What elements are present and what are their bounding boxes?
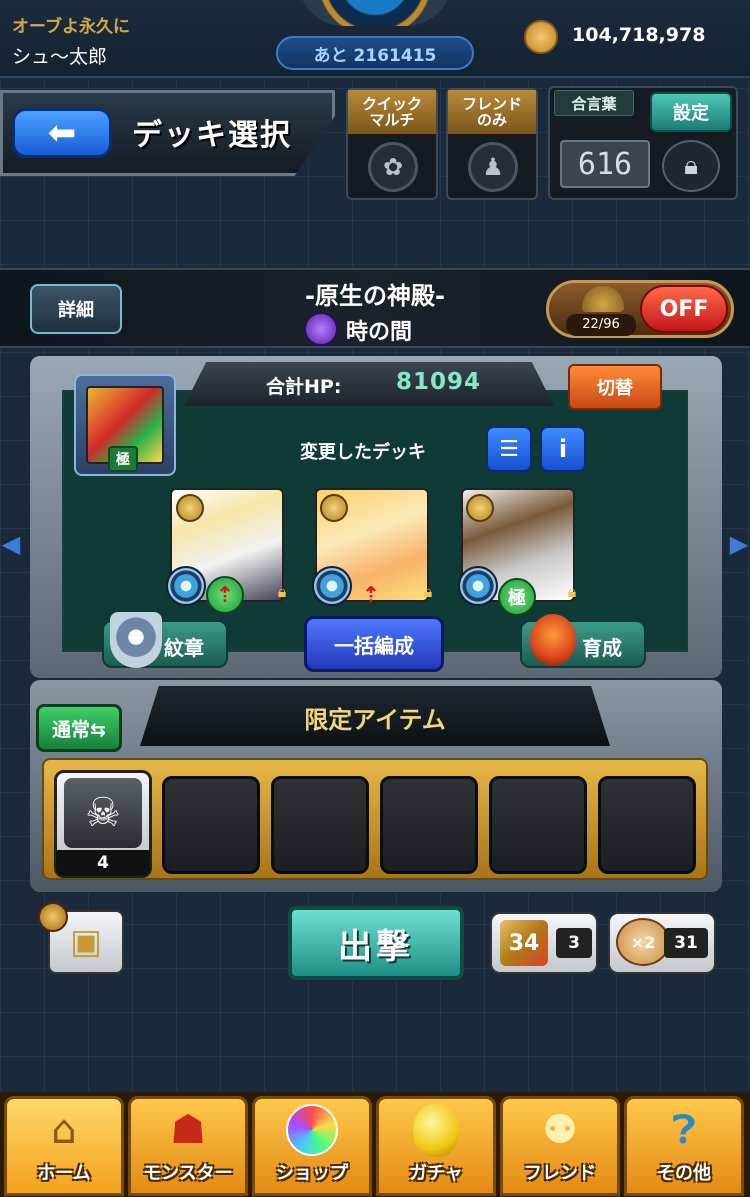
deck-name: 変更したデッキ	[300, 442, 426, 463]
item-slot-4[interactable]	[380, 776, 478, 874]
rank-badge: 極	[498, 578, 536, 616]
medal-icon	[166, 566, 206, 606]
train-label: 育成	[582, 636, 622, 660]
back-arrow-icon: ⬅	[47, 113, 77, 153]
train-dragon-icon	[530, 614, 576, 666]
off-button[interactable]: OFF	[640, 285, 728, 333]
sortie-button[interactable]: 出撃	[288, 906, 464, 980]
quick-multi-icon: ✿	[368, 142, 418, 192]
stage-icon	[304, 312, 338, 346]
list-icon: ☰	[499, 436, 519, 462]
total-hp-value: 81094	[396, 369, 482, 395]
friend-only-label: フレンドのみ	[448, 90, 536, 134]
stamina-count: 22/96	[566, 314, 636, 336]
prev-deck-arrow-icon[interactable]: ◀	[2, 528, 20, 560]
remaining-exp: あと 2161415	[313, 45, 437, 66]
switch-button[interactable]: 切替	[568, 364, 662, 410]
info-icon: i	[558, 435, 568, 463]
star-badge-icon	[176, 494, 204, 522]
gacha-egg-icon	[405, 1103, 467, 1157]
friend-only-toggle[interactable]: フレンドのみ ♟	[446, 88, 538, 200]
quick-multi-label: クイック マルチ	[348, 90, 436, 134]
item-slot-6[interactable]	[598, 776, 696, 874]
passcode-label: 合言葉	[554, 90, 634, 116]
bulk-formation-button[interactable]: 一括編成	[304, 616, 444, 672]
player-name: シュ〜太郎	[12, 46, 108, 68]
boost-count: 31	[664, 928, 708, 958]
nav-gacha[interactable]: ガチャ	[376, 1096, 496, 1196]
quest-name: -原生の神殿-	[305, 282, 445, 310]
chest-badge-icon	[38, 902, 68, 932]
settings-button[interactable]: 設定	[650, 92, 732, 132]
nav-friend[interactable]: ⚉ フレンド	[500, 1096, 620, 1196]
nav-shop-label: ショップ	[276, 1163, 348, 1184]
helper-rank-badge: 極	[108, 446, 138, 472]
item-slot-2[interactable]	[162, 776, 260, 874]
nav-home[interactable]: ⌂ ホーム	[4, 1096, 124, 1196]
item-title: 限定アイテム	[304, 706, 446, 734]
monster-icon: ☗	[170, 1107, 206, 1153]
treasure-chest-icon: ▣	[69, 922, 103, 962]
passcode-value[interactable]: 616	[560, 140, 650, 188]
stage-name: 時の間	[346, 320, 413, 345]
dice-icon: 34	[500, 920, 548, 966]
other-icon: ❓︎	[671, 1107, 697, 1153]
medal-icon	[312, 566, 352, 606]
coin-value: 104,718,978	[572, 24, 706, 46]
home-icon: ⌂	[51, 1107, 77, 1153]
awakening-badge-icon: ⇡	[361, 582, 381, 608]
nav-other-label: その他	[657, 1163, 711, 1184]
boost-icon: ×2	[616, 918, 670, 966]
friend-only-icon: ♟	[468, 142, 518, 192]
nav-shop[interactable]: ショップ	[252, 1096, 372, 1196]
coin-icon	[524, 20, 558, 54]
lock-icon: 🔒︎	[423, 582, 433, 601]
nav-monster[interactable]: ☗ モンスター	[128, 1096, 248, 1196]
lock-icon: 🔒︎	[277, 582, 287, 601]
dice-count: 3	[556, 928, 592, 958]
nav-friend-label: フレンド	[524, 1163, 596, 1184]
friend-icon: ⚉	[542, 1107, 578, 1153]
nav-home-label: ホーム	[37, 1163, 91, 1184]
list-button[interactable]: ☰	[486, 426, 532, 472]
detail-button[interactable]: 詳細	[30, 284, 122, 334]
total-hp-label: 合計HP:	[266, 376, 342, 398]
shop-orb-icon	[281, 1103, 343, 1157]
nav-gacha-label: ガチャ	[409, 1163, 463, 1184]
page-title: デッキ選択	[132, 118, 292, 153]
item-slot-3[interactable]	[271, 776, 369, 874]
normal-toggle-button[interactable]: 通常⇆	[36, 704, 122, 752]
info-button[interactable]: i	[540, 426, 586, 472]
lock-icon: 🔒︎	[567, 582, 577, 601]
remaining-exp-box: あと 2161415	[276, 36, 474, 70]
item-count: 4	[56, 850, 150, 876]
nav-monster-label: モンスター	[143, 1163, 233, 1184]
awakening-badge-icon: ⇡	[206, 576, 244, 614]
medal-icon	[458, 566, 498, 606]
hp-plate	[184, 362, 554, 406]
lock-icon[interactable]: 🔒︎	[662, 140, 720, 192]
skull-item-icon: ☠	[64, 778, 142, 848]
crest-icon	[110, 612, 162, 668]
nav-other[interactable]: ❓︎ その他	[624, 1096, 744, 1196]
back-button[interactable]: ⬅	[12, 108, 112, 158]
star-badge-icon	[466, 494, 494, 522]
item-slot-5[interactable]	[489, 776, 587, 874]
next-deck-arrow-icon[interactable]: ▶	[730, 528, 748, 560]
star-badge-icon	[320, 494, 348, 522]
quick-multi-toggle[interactable]: クイック マルチ ✿	[346, 88, 438, 200]
orb-label: オーブよ永久に	[12, 17, 130, 37]
crest-label: 紋章	[164, 636, 204, 660]
